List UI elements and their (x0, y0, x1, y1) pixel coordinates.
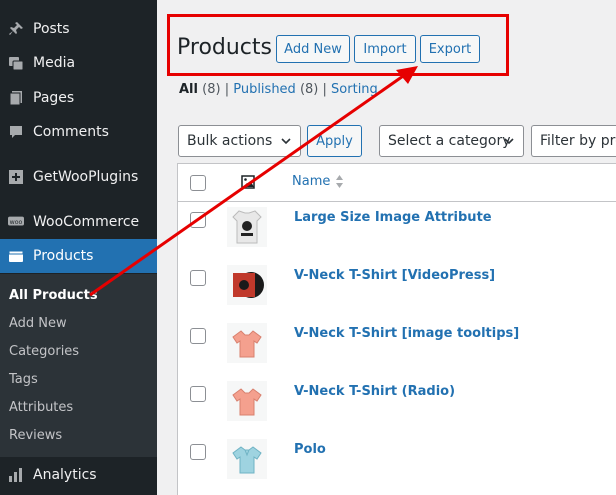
sidebar-item-woocommerce[interactable]: woo WooCommerce (0, 205, 157, 239)
filter-all-count: (8) (202, 82, 221, 97)
product-name-link[interactable]: V-Neck T-Shirt (Radio) (294, 384, 455, 399)
row-checkbox[interactable] (190, 328, 206, 344)
submenu-add-new[interactable]: Add New (9, 316, 67, 331)
column-name-header[interactable]: Name (292, 174, 330, 189)
select-all-checkbox[interactable] (190, 175, 206, 191)
products-icon (8, 248, 24, 264)
bulk-actions-value: Bulk actions (187, 133, 273, 149)
product-name-link[interactable]: Large Size Image Attribute (294, 210, 492, 225)
products-table: Name Large Size Image Attribute V-Neck T… (177, 163, 616, 495)
sort-icon[interactable] (335, 174, 344, 193)
sidebar-item-label: GetWooPlugins (33, 169, 139, 185)
sidebar-item-posts[interactable]: Posts (0, 12, 157, 46)
bulk-actions-select[interactable]: Bulk actions (178, 125, 301, 157)
sidebar-item-comments[interactable]: Comments (0, 115, 157, 149)
sidebar-item-label: Pages (33, 90, 75, 106)
sidebar-item-media[interactable]: Media (0, 46, 157, 80)
sidebar-item-label: Posts (33, 21, 70, 37)
analytics-icon (8, 467, 24, 483)
category-select-value: Select a category (388, 133, 511, 149)
pin-icon (8, 21, 24, 37)
filter-all[interactable]: All (179, 82, 198, 97)
sidebar-item-analytics[interactable]: Analytics (0, 458, 157, 492)
submenu-reviews[interactable]: Reviews (9, 428, 62, 443)
sidebar-item-label: Analytics (33, 467, 97, 483)
row-checkbox[interactable] (190, 386, 206, 402)
admin-sidebar: Posts Media Pages Comments GetWooPlugins… (0, 0, 157, 495)
separator: | (224, 82, 230, 97)
product-name-link[interactable]: V-Neck T-Shirt [image tooltips] (294, 326, 519, 341)
product-thumbnail[interactable] (227, 207, 267, 247)
annotation-highlight-box (167, 14, 509, 76)
category-select[interactable]: Select a category (379, 125, 524, 157)
chevron-down-icon (280, 135, 292, 151)
sidebar-item-label: Media (33, 55, 76, 71)
product-thumbnail[interactable] (227, 265, 267, 305)
filter-published[interactable]: Published (233, 82, 296, 97)
chevron-down-icon (503, 135, 515, 151)
plugins-icon (8, 169, 24, 185)
submenu-all-products[interactable]: All Products (9, 288, 98, 303)
row-checkbox[interactable] (190, 270, 206, 286)
image-icon (241, 174, 255, 193)
row-checkbox[interactable] (190, 444, 206, 460)
submenu-categories[interactable]: Categories (9, 344, 79, 359)
sidebar-item-label: Comments (33, 124, 109, 140)
product-name-link[interactable]: Polo (294, 442, 326, 457)
submenu-tags[interactable]: Tags (9, 372, 38, 387)
sidebar-item-label: Products (33, 248, 94, 264)
products-submenu: All Products Add New Categories Tags Att… (0, 274, 157, 457)
filter-published-count: (8) (299, 82, 319, 97)
media-icon (8, 55, 24, 71)
table-header: Name (178, 164, 616, 202)
status-filter-links: All (8) | Published (8) | Sorting (179, 82, 378, 97)
svg-text:woo: woo (10, 219, 23, 226)
product-thumbnail[interactable] (227, 439, 267, 479)
sidebar-item-getwooplugins[interactable]: GetWooPlugins (0, 160, 157, 194)
product-name-link[interactable]: V-Neck T-Shirt [VideoPress] (294, 268, 495, 283)
sidebar-item-pages[interactable]: Pages (0, 81, 157, 115)
product-thumbnail[interactable] (227, 381, 267, 421)
apply-button[interactable]: Apply (307, 125, 362, 157)
woo-icon: woo (8, 214, 24, 230)
product-type-filter-value: Filter by pro (540, 133, 616, 149)
submenu-attributes[interactable]: Attributes (9, 400, 73, 415)
row-checkbox[interactable] (190, 212, 206, 228)
pages-icon (8, 90, 24, 106)
filter-sorting[interactable]: Sorting (331, 82, 378, 97)
product-type-filter-select[interactable]: Filter by pro (531, 125, 616, 157)
sidebar-item-label: WooCommerce (33, 214, 140, 230)
product-thumbnail[interactable] (227, 323, 267, 363)
separator: | (322, 82, 327, 97)
sidebar-item-products[interactable]: Products (0, 239, 157, 273)
comment-icon (8, 124, 24, 140)
